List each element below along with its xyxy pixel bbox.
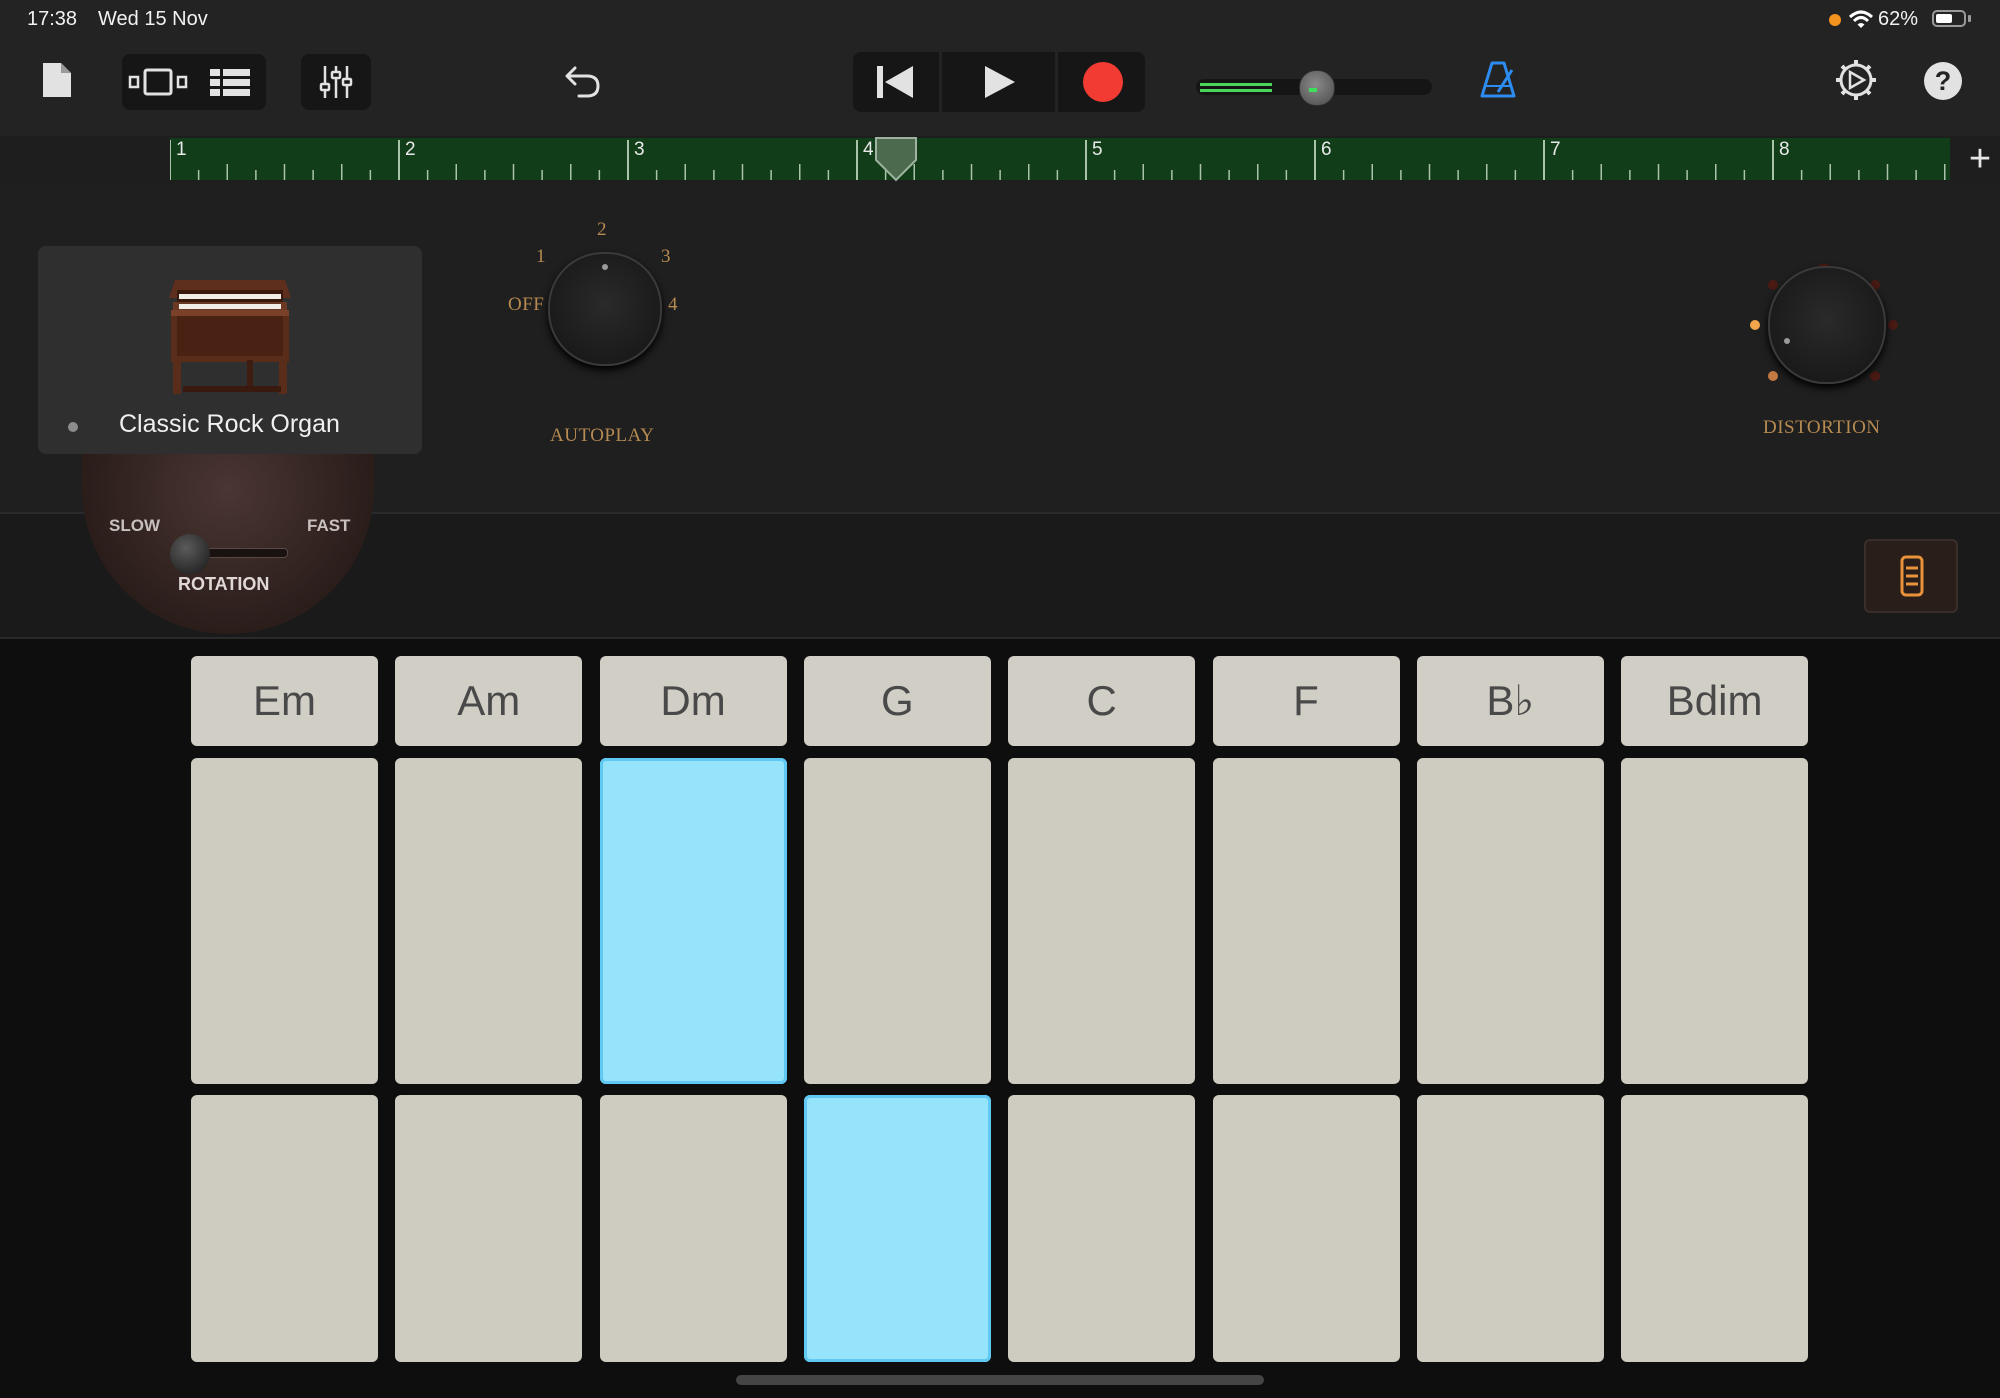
mixer-icon — [318, 64, 354, 100]
chord-label-button[interactable]: G — [803, 656, 991, 746]
chord-pad-upper[interactable] — [1621, 758, 1809, 1084]
browser-icon[interactable] — [208, 66, 252, 98]
chord-pad-lower[interactable] — [803, 1095, 991, 1362]
autoplay-pointer — [602, 264, 608, 270]
battery-percent: 62% — [1878, 8, 1919, 30]
distortion-label: DISTORTION — [1763, 417, 1881, 438]
chord-pad-upper[interactable] — [1212, 758, 1400, 1084]
control-bar: ? — [0, 40, 2000, 136]
instrument-name: Classic Rock Organ — [119, 410, 340, 438]
rotation-control: SLOW FAST ROTATION — [82, 454, 374, 634]
drawbars-icon — [1900, 555, 1924, 597]
distortion-dial[interactable] — [1768, 266, 1886, 384]
distortion-pointer — [1784, 338, 1790, 344]
settings-icon[interactable] — [1834, 58, 1878, 102]
chord-label-button[interactable]: C — [1008, 656, 1196, 746]
add-section-button[interactable]: + — [1960, 136, 2000, 182]
play-icon[interactable] — [981, 64, 1017, 100]
status-time: 17:38 — [27, 8, 78, 30]
view-toggle-group — [122, 54, 266, 110]
autoplay-option-off[interactable]: OFF — [508, 294, 544, 316]
wifi-icon — [1848, 9, 1874, 31]
tracks-view-icon[interactable] — [128, 66, 188, 98]
transport-group — [853, 52, 1145, 112]
chord-label-button[interactable]: F — [1212, 656, 1400, 746]
instrument-selector[interactable]: Classic Rock Organ — [38, 246, 422, 454]
ruler-bar-number: 7 — [1550, 139, 1561, 160]
chord-label-button[interactable]: Dm — [599, 656, 787, 746]
autoplay-option-3[interactable]: 3 — [661, 246, 671, 268]
chord-pad-upper[interactable] — [1008, 758, 1196, 1084]
battery-icon — [1932, 10, 1966, 27]
mixer-button[interactable] — [301, 54, 371, 110]
ruler-ticks — [170, 140, 1946, 180]
chord-label-button[interactable]: Bdim — [1621, 656, 1809, 746]
ruler-bar-number: 4 — [863, 139, 874, 160]
ruler-bar[interactable] — [170, 138, 1950, 180]
home-indicator[interactable] — [736, 1375, 1264, 1385]
chord-pad-lower[interactable] — [1416, 1095, 1604, 1362]
chord-pad-lower[interactable] — [1621, 1095, 1809, 1362]
ruler-bar-number: 1 — [176, 139, 187, 160]
autoplay-option-4[interactable]: 4 — [668, 294, 678, 316]
help-icon[interactable]: ? — [1924, 62, 1962, 100]
volume-slider[interactable] — [1196, 70, 1432, 106]
chord-label-button[interactable]: Em — [191, 656, 378, 746]
volume-knob[interactable] — [1299, 70, 1335, 106]
playhead[interactable] — [874, 136, 918, 182]
metronome-icon[interactable] — [1478, 60, 1518, 100]
orange-dot-icon — [1829, 14, 1841, 26]
undo-icon[interactable] — [563, 60, 603, 100]
ruler-bar-number: 6 — [1321, 139, 1332, 160]
chord-pad-upper[interactable] — [803, 758, 991, 1084]
chord-pad-lower[interactable] — [395, 1095, 583, 1362]
chord-pad-upper[interactable] — [1416, 758, 1604, 1084]
rotation-label: ROTATION — [178, 574, 270, 594]
my-songs-icon[interactable] — [40, 60, 74, 100]
rotation-slow-label: SLOW — [109, 516, 160, 535]
rotation-fast-label: FAST — [307, 516, 351, 535]
chord-pad-upper[interactable] — [191, 758, 378, 1084]
autoplay-dial[interactable] — [548, 252, 662, 366]
status-bar: 17:38 Wed 15 Nov 62% — [0, 0, 2000, 40]
autoplay-option-1[interactable]: 1 — [536, 246, 546, 268]
chord-label-button[interactable]: Am — [395, 656, 583, 746]
chord-pad-upper[interactable] — [395, 758, 583, 1084]
timeline-ruler[interactable]: 1 2 3 4 5 6 7 8 + — [0, 136, 2000, 182]
chord-label-button[interactable]: B♭ — [1416, 656, 1604, 746]
chord-pad-lower[interactable] — [1212, 1095, 1400, 1362]
distortion-knob[interactable] — [1740, 264, 1912, 402]
go-to-beginning-icon[interactable] — [875, 64, 915, 100]
controls-strip: SLOW FAST ROTATION — [0, 454, 2000, 639]
ruler-bar-number: 2 — [405, 139, 416, 160]
chord-pad-lower[interactable] — [1008, 1095, 1196, 1362]
rotation-slider-thumb[interactable] — [170, 534, 210, 574]
drawbars-button[interactable] — [1864, 539, 1958, 613]
instrument-indicator-dot — [68, 422, 78, 432]
ruler-bar-number: 3 — [634, 139, 645, 160]
status-date: Wed 15 Nov — [98, 8, 208, 30]
chord-pad-lower[interactable] — [599, 1095, 787, 1362]
chord-pad-lower[interactable] — [191, 1095, 378, 1362]
autoplay-knob[interactable]: OFF 1 2 3 4 — [500, 202, 710, 382]
organ-image — [169, 280, 291, 394]
chord-pad-upper[interactable] — [599, 758, 787, 1084]
ruler-bar-number: 5 — [1092, 139, 1103, 160]
ruler-bar-number: 8 — [1779, 139, 1790, 160]
record-icon[interactable] — [1083, 62, 1123, 102]
autoplay-option-2[interactable]: 2 — [597, 219, 607, 241]
autoplay-label: AUTOPLAY — [550, 425, 655, 446]
